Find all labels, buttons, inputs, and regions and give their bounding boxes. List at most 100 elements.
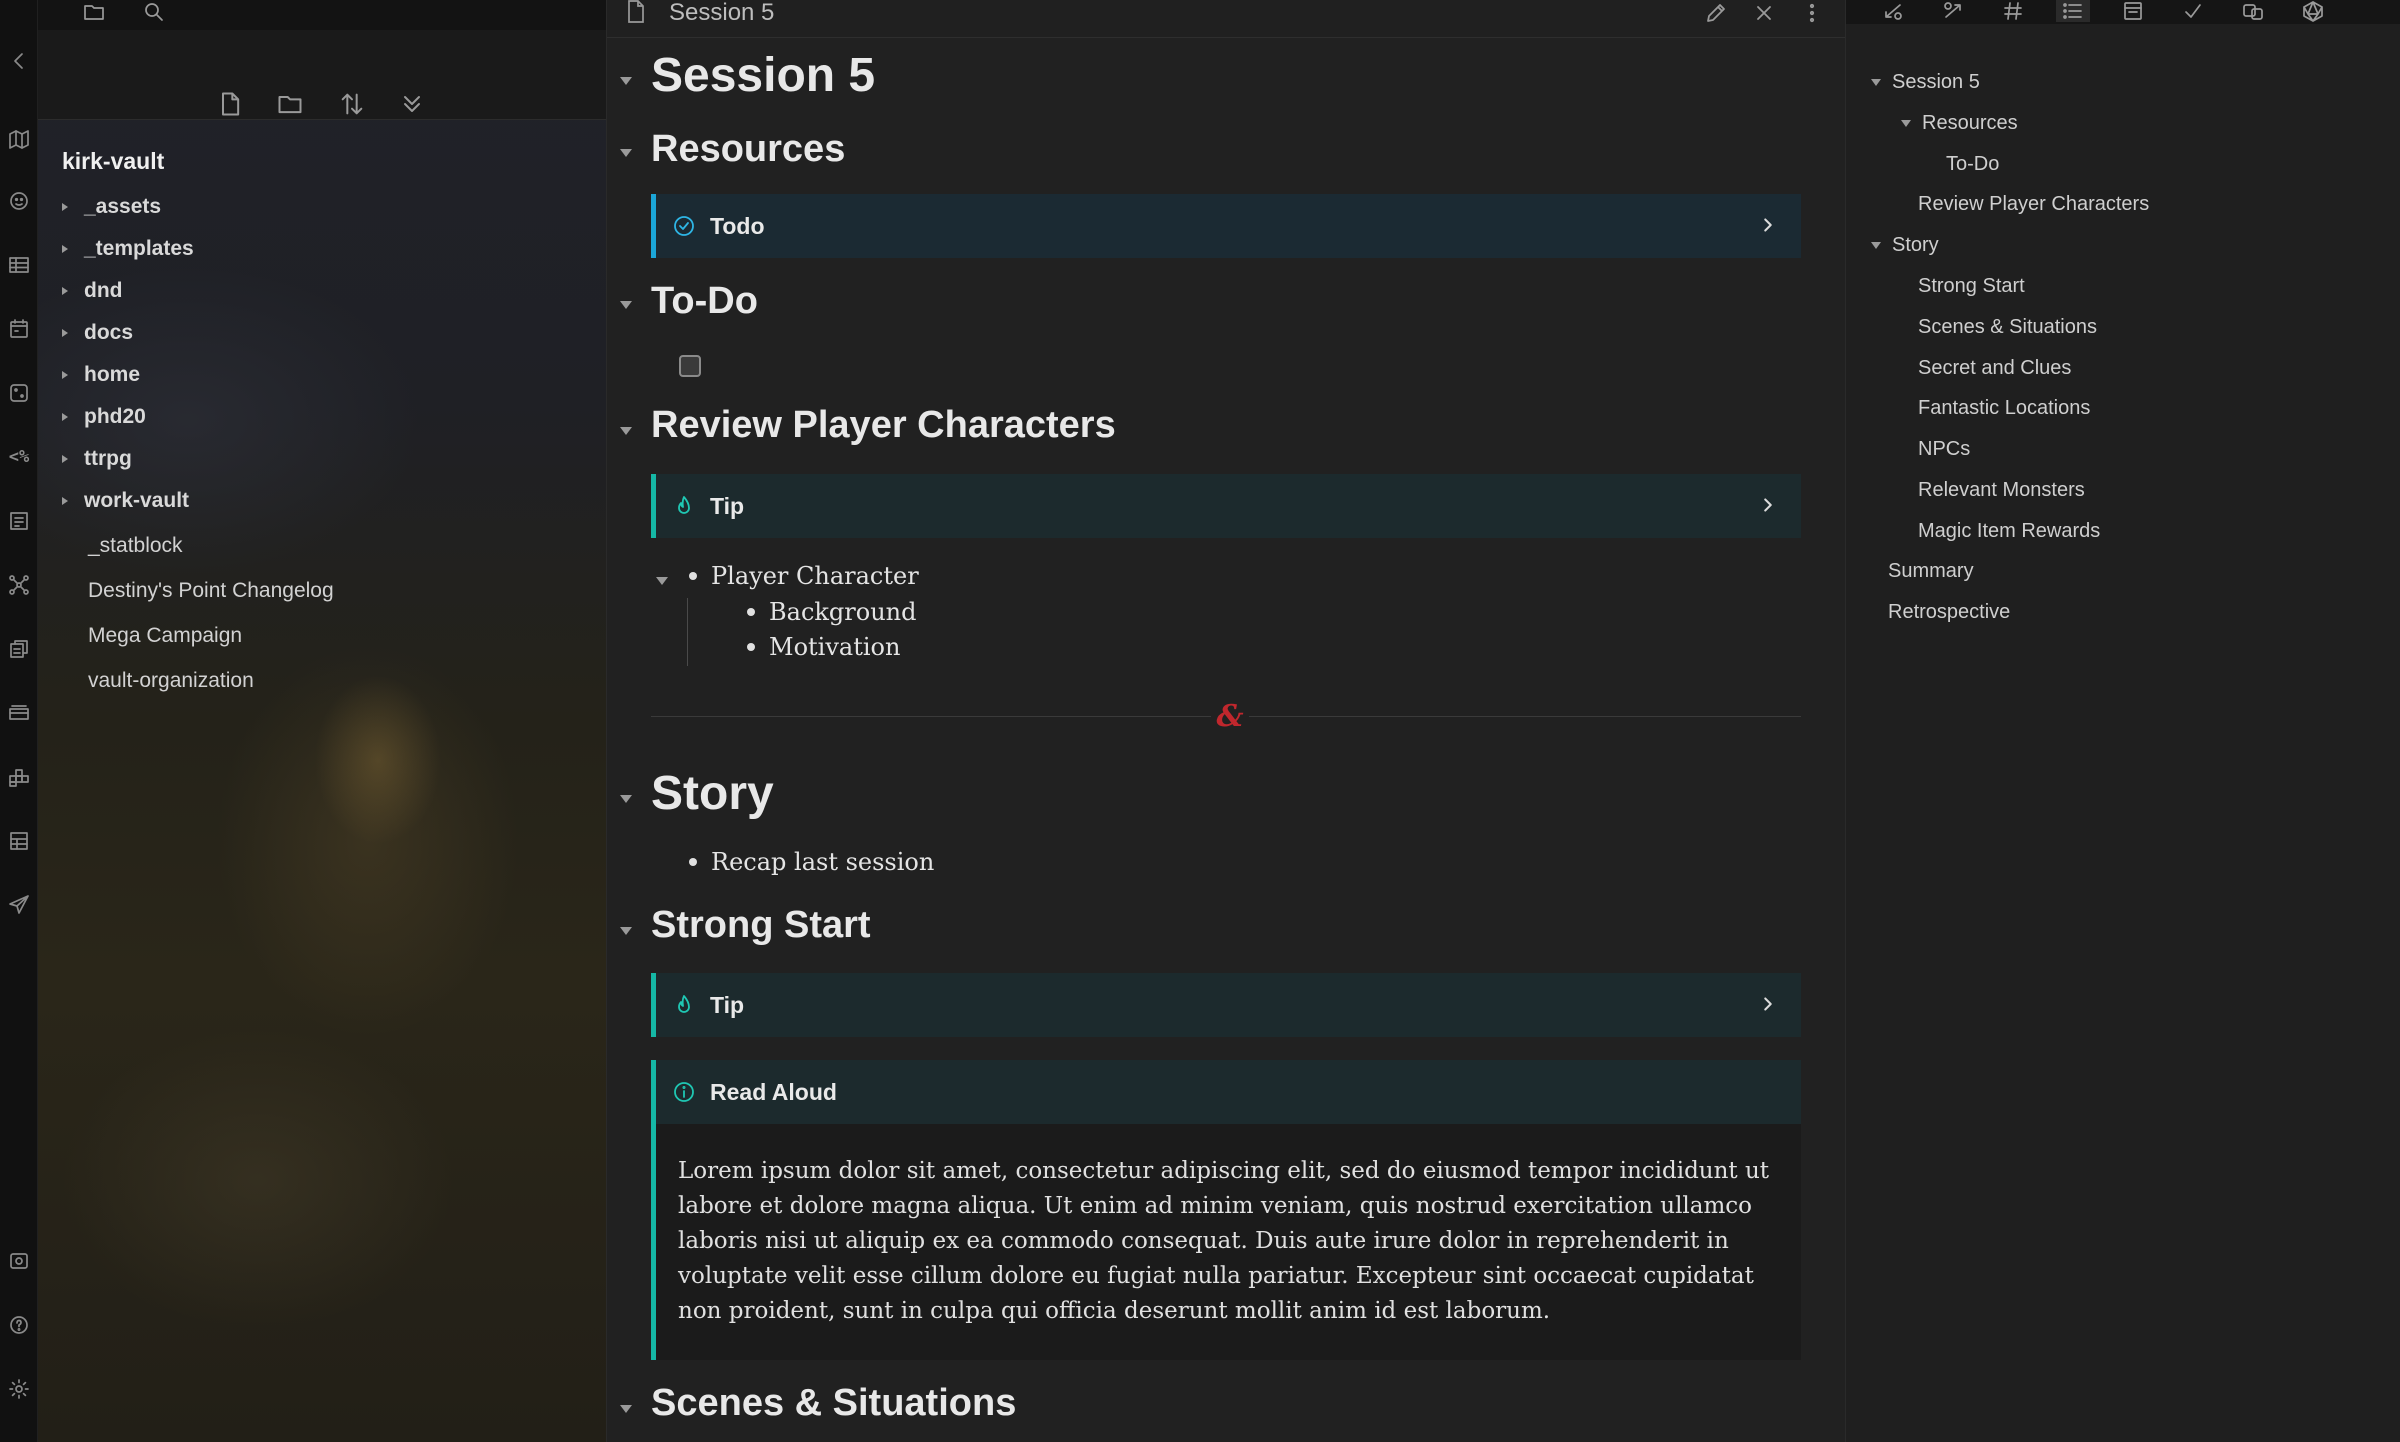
right-sidebar: Session 5 Resources To-Do Review Player … xyxy=(1846,0,2400,1442)
vault-icon[interactable] xyxy=(4,1246,34,1276)
sort-icon[interactable] xyxy=(336,88,368,120)
template-icon[interactable] xyxy=(4,506,34,536)
face-icon[interactable] xyxy=(4,186,34,216)
folder-item[interactable]: phd20 xyxy=(38,399,146,435)
folder-item[interactable]: _templates xyxy=(38,231,194,267)
view-title[interactable]: Session 5 xyxy=(669,0,774,26)
outline-item[interactable]: Magic Item Rewards xyxy=(1918,513,2100,549)
expand-triangle-icon xyxy=(60,286,70,296)
callout-title: Tip xyxy=(710,991,745,1018)
bullet-dot xyxy=(689,572,697,580)
list-item: Player Character xyxy=(689,562,919,590)
blocks-icon[interactable] xyxy=(4,762,34,792)
outline-item[interactable]: Story xyxy=(1870,227,1939,263)
backlinks-icon[interactable] xyxy=(1876,0,1910,22)
checkmark-icon[interactable] xyxy=(2176,0,2210,22)
bullet-dot xyxy=(689,858,697,866)
code-icon[interactable]: <% xyxy=(4,442,34,472)
folder-item[interactable]: ttrpg xyxy=(38,441,132,477)
map-icon[interactable] xyxy=(4,124,34,154)
chevron-right-icon xyxy=(1757,993,1779,1015)
task-checkbox[interactable] xyxy=(679,355,701,377)
outline-item-label: Review Player Characters xyxy=(1918,192,2150,215)
expand-triangle-icon xyxy=(60,244,70,254)
file-item[interactable]: _statblock xyxy=(38,528,183,564)
outline-item[interactable]: Summary xyxy=(1888,553,1974,589)
outline-item[interactable]: Session 5 xyxy=(1870,64,1980,100)
d20-icon[interactable] xyxy=(2296,0,2330,22)
callout-header[interactable]: Read Aloud xyxy=(656,1060,1801,1124)
list-item-text: Player Character xyxy=(711,562,919,590)
fold-arrow-icon[interactable] xyxy=(619,924,633,938)
table-icon[interactable] xyxy=(4,250,34,280)
send-icon[interactable] xyxy=(4,890,34,920)
outline-item[interactable]: NPCs xyxy=(1918,431,1970,467)
dice-icon[interactable] xyxy=(4,378,34,408)
folder-item[interactable]: dnd xyxy=(38,273,122,309)
outline-icon[interactable] xyxy=(2056,0,2090,22)
list-fold-arrow-icon[interactable] xyxy=(655,574,669,588)
outline-item-label: Scenes & Situations xyxy=(1918,315,2097,338)
ampersand-divider-icon: & xyxy=(1211,699,1249,734)
fold-arrow-icon[interactable] xyxy=(619,146,633,160)
file-label: Mega Campaign xyxy=(88,624,243,647)
right-sidebar-tabs xyxy=(1846,0,2400,24)
outline-item[interactable]: To-Do xyxy=(1946,146,1999,182)
fold-arrow-icon[interactable] xyxy=(619,1402,633,1416)
outline-item[interactable]: Secret and Clues xyxy=(1918,350,2071,386)
folder-item[interactable]: _assets xyxy=(38,189,161,225)
callout-tip[interactable]: Tip xyxy=(651,474,1801,538)
fold-arrow-icon[interactable] xyxy=(619,424,633,438)
edit-pencil-icon[interactable] xyxy=(1701,0,1731,26)
chevron-left-icon[interactable] xyxy=(4,46,34,76)
calendar-icon[interactable] xyxy=(2116,0,2150,22)
fold-arrow-icon[interactable] xyxy=(619,298,633,312)
dice-pair-icon[interactable] xyxy=(2236,0,2270,22)
heading-scenes: Scenes & Situations xyxy=(651,1382,1017,1424)
outgoing-links-icon[interactable] xyxy=(1936,0,1970,22)
outline-item[interactable]: Resources xyxy=(1900,105,2018,141)
outline-item[interactable]: Review Player Characters xyxy=(1918,186,2149,222)
collapse-all-icon[interactable] xyxy=(396,88,428,120)
table2-icon[interactable] xyxy=(4,826,34,856)
folder-item[interactable]: home xyxy=(38,357,140,393)
tags-icon[interactable] xyxy=(1996,0,2030,22)
graph-icon[interactable] xyxy=(4,570,34,600)
flame-icon xyxy=(672,993,696,1017)
read-aloud-text: Lorem ipsum dolor sit amet, consectetur … xyxy=(678,1158,1770,1324)
file-item[interactable]: Destiny's Point Changelog xyxy=(38,573,334,609)
outline-item-label: Story xyxy=(1892,233,1939,256)
file-item[interactable]: vault-organization xyxy=(38,663,254,699)
cards-icon[interactable] xyxy=(4,698,34,728)
calendar-icon[interactable] xyxy=(4,314,34,344)
new-note-icon[interactable] xyxy=(214,88,246,120)
more-options-icon[interactable] xyxy=(1797,0,1827,26)
fold-arrow-icon[interactable] xyxy=(619,74,633,88)
outline-item-label: NPCs xyxy=(1918,437,1971,460)
help-icon[interactable] xyxy=(4,1310,34,1340)
outline-item[interactable]: Fantastic Locations xyxy=(1918,390,2090,426)
outline-item-label: To-Do xyxy=(1946,152,2000,175)
copy-icon[interactable] xyxy=(4,634,34,664)
outline-item[interactable]: Scenes & Situations xyxy=(1918,309,2097,345)
heading-story: Story xyxy=(651,767,774,820)
close-icon[interactable] xyxy=(1749,0,1779,26)
heading-review: Review Player Characters xyxy=(651,404,1116,446)
settings-icon[interactable] xyxy=(4,1374,34,1404)
folder-icon[interactable] xyxy=(82,0,108,24)
outline-item[interactable]: Relevant Monsters xyxy=(1918,472,2085,508)
outline-item[interactable]: Strong Start xyxy=(1918,268,2025,304)
vault-name[interactable]: kirk-vault xyxy=(62,148,164,175)
callout-tip[interactable]: Tip xyxy=(651,973,1801,1037)
file-item[interactable]: Mega Campaign xyxy=(38,618,242,654)
outline-item[interactable]: Retrospective xyxy=(1888,594,2010,630)
chevron-right-icon xyxy=(1757,214,1779,236)
new-folder-icon[interactable] xyxy=(274,88,306,120)
folder-label: _assets xyxy=(84,195,162,218)
folder-label: _templates xyxy=(84,237,194,260)
fold-arrow-icon[interactable] xyxy=(619,792,633,806)
search-icon[interactable] xyxy=(142,0,168,24)
folder-item[interactable]: docs xyxy=(38,315,133,351)
callout-todo[interactable]: Todo xyxy=(651,194,1801,258)
folder-item[interactable]: work-vault xyxy=(38,483,189,519)
